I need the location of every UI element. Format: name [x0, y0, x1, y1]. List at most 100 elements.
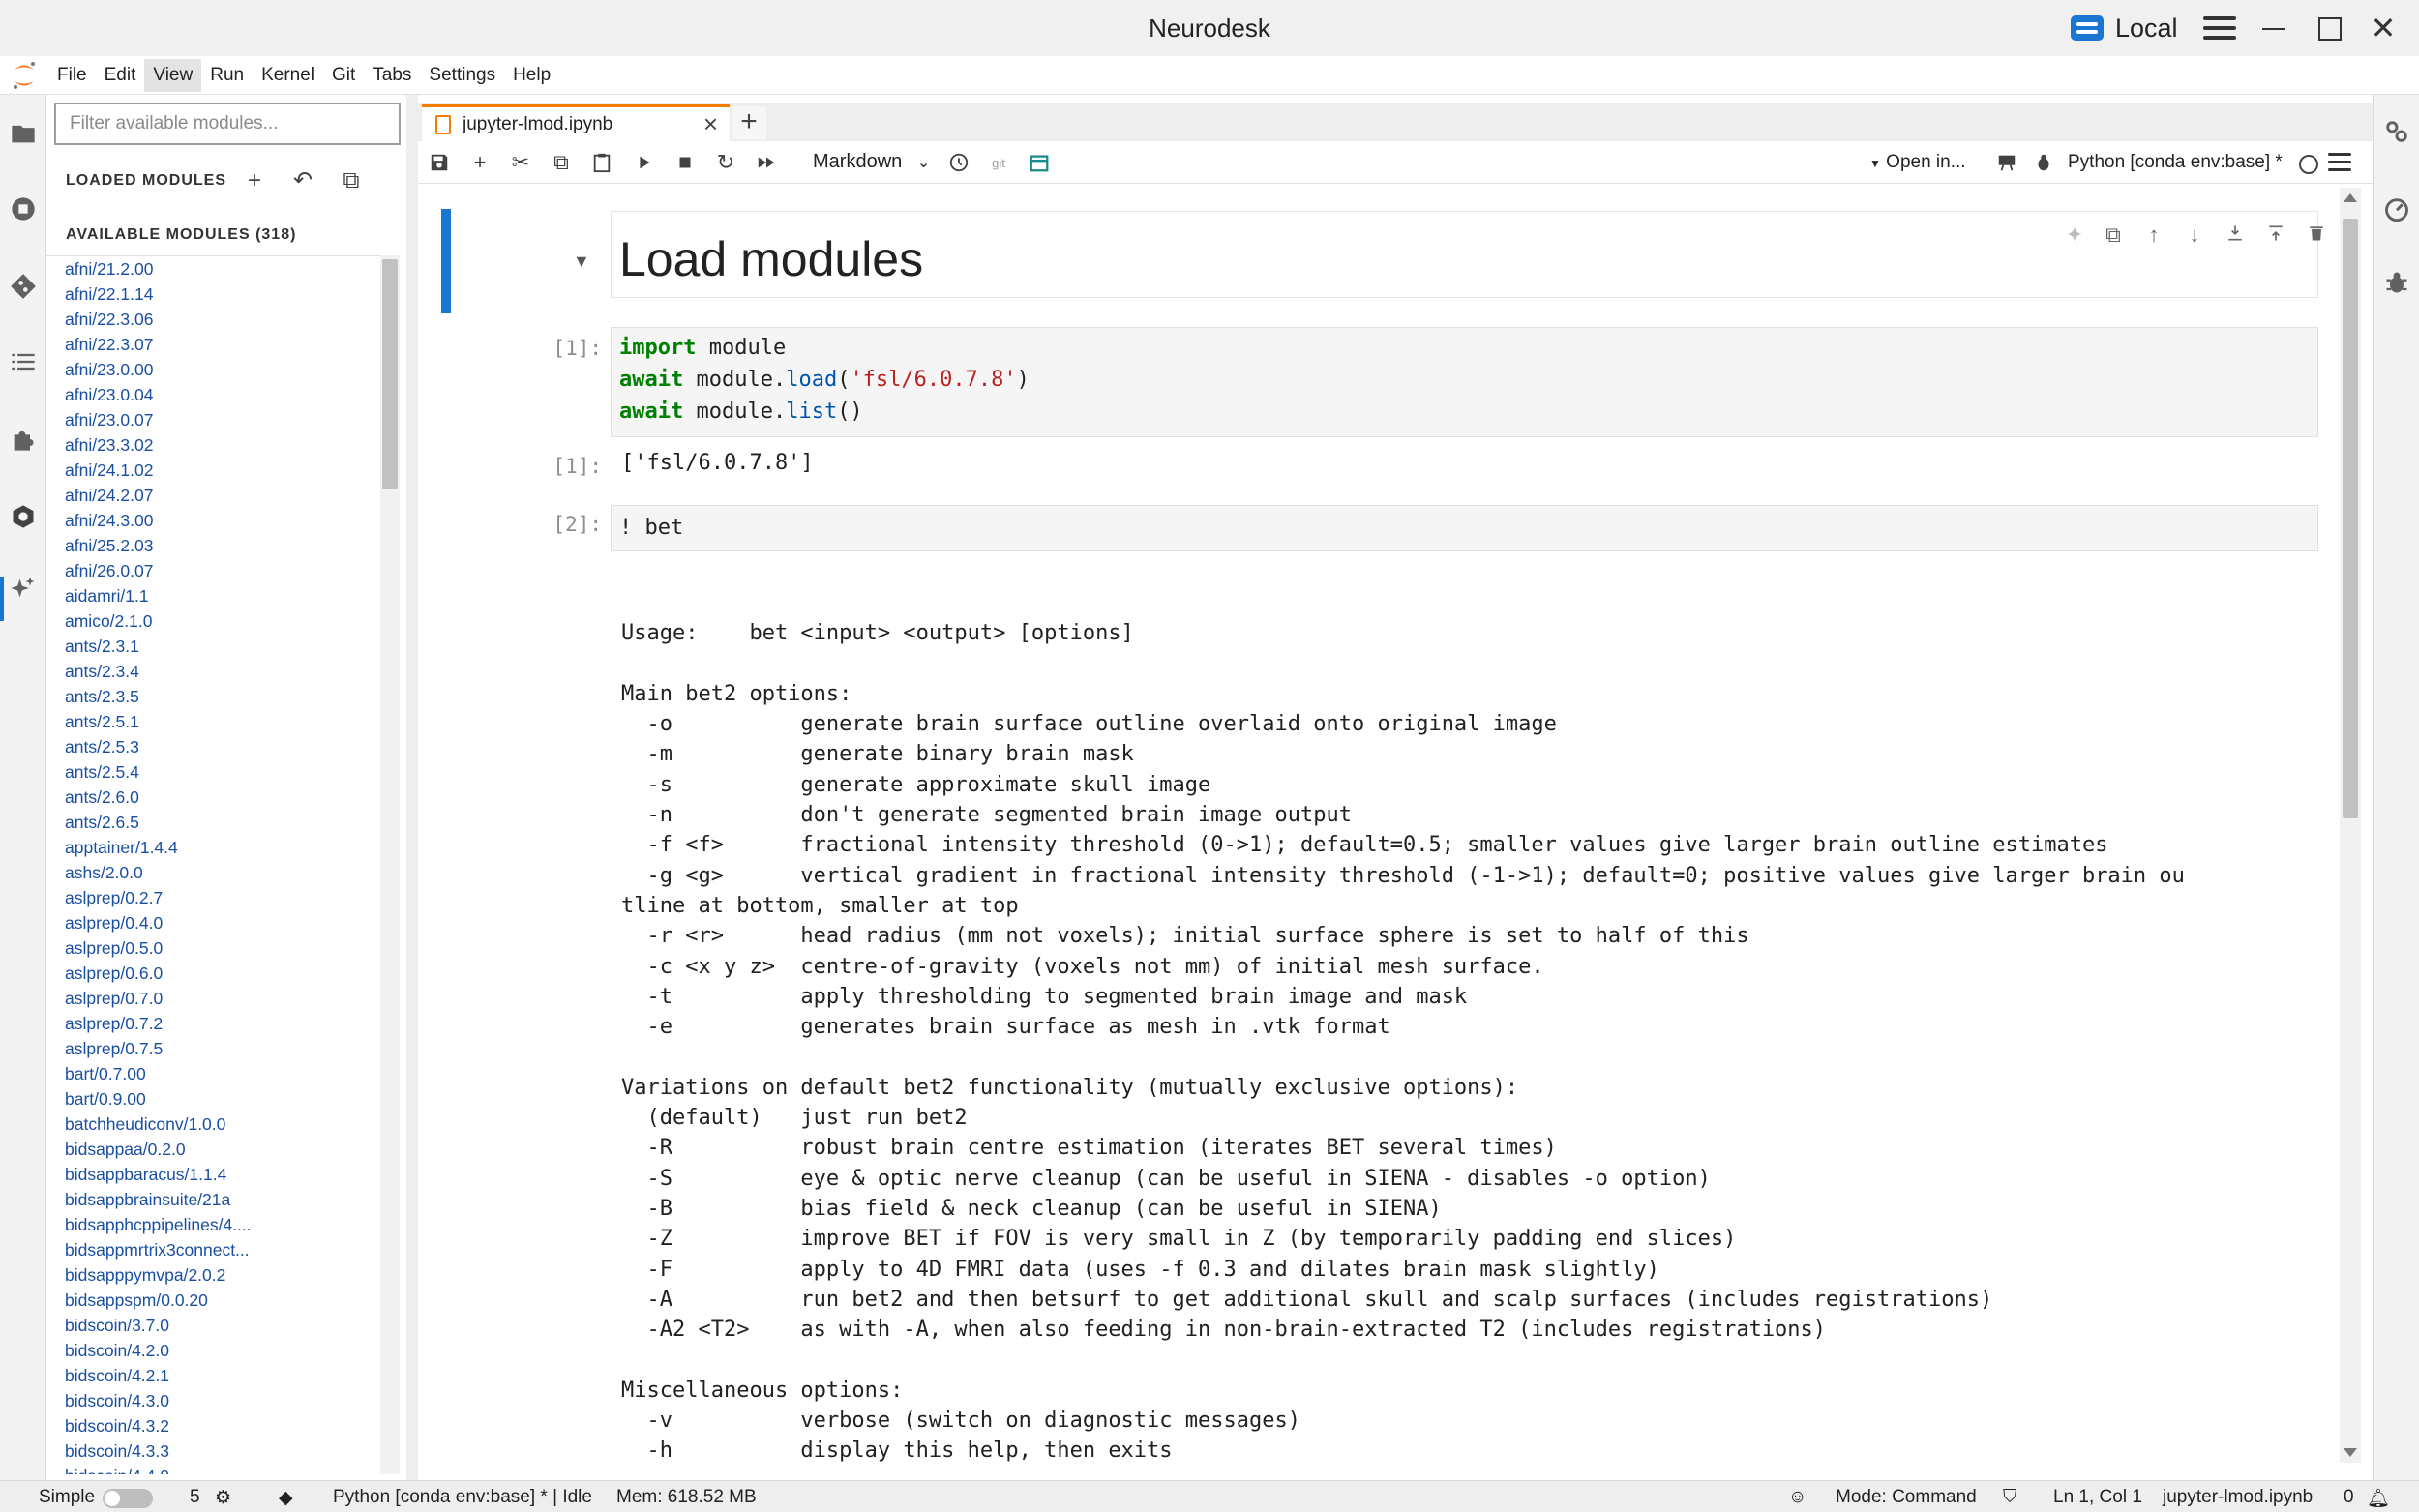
module-item[interactable]: bidscoin/4.4.0 — [46, 1464, 380, 1474]
environment-selector[interactable]: Local — [2071, 10, 2236, 46]
ai-icon[interactable] — [8, 573, 39, 604]
module-item[interactable]: aslprep/0.5.0 — [46, 935, 380, 961]
debugger-gauge-icon[interactable] — [2381, 193, 2412, 224]
module-filter-input[interactable] — [54, 103, 401, 145]
module-item[interactable]: aslprep/0.7.0 — [46, 986, 380, 1011]
menu-help[interactable]: Help — [504, 59, 559, 92]
module-list-scrollbar[interactable] — [380, 255, 400, 1474]
kernel-status[interactable]: Python [conda env:base] * | Idle — [333, 1487, 592, 1508]
presentation-icon[interactable] — [1993, 149, 2020, 176]
git-diff-icon[interactable]: git — [985, 149, 1012, 176]
module-item[interactable]: bidsappspm/0.0.20 — [46, 1288, 380, 1313]
module-item[interactable]: amico/2.1.0 — [46, 608, 380, 634]
module-item[interactable]: bidsappaa/0.2.0 — [46, 1137, 380, 1162]
module-item[interactable]: aslprep/0.4.0 — [46, 910, 380, 935]
move-up-icon[interactable]: ↑ — [2142, 223, 2165, 247]
module-item[interactable]: ants/2.3.1 — [46, 634, 380, 659]
code-cell-2[interactable]: ! bet — [611, 505, 2318, 551]
duplicate-cell-icon[interactable]: ⧉ — [2102, 223, 2125, 247]
module-item[interactable]: aslprep/0.2.7 — [46, 885, 380, 910]
module-item[interactable]: bidscoin/3.7.0 — [46, 1313, 380, 1338]
module-item[interactable]: afni/24.2.07 — [46, 483, 380, 508]
maximize-button[interactable] — [2313, 12, 2345, 44]
module-item[interactable]: bidscoin/4.3.2 — [46, 1413, 380, 1438]
simple-mode-toggle[interactable] — [103, 1489, 153, 1508]
collapse-heading-icon[interactable]: ▼ — [573, 252, 590, 272]
module-item[interactable]: bidscoin/4.3.3 — [46, 1438, 380, 1464]
module-item[interactable]: ants/2.3.5 — [46, 684, 380, 709]
module-item[interactable]: afni/22.3.06 — [46, 307, 380, 332]
insert-above-icon[interactable] — [2224, 223, 2247, 247]
module-item[interactable]: bidsappbrainsuite/21a — [46, 1187, 380, 1212]
module-item[interactable]: aslprep/0.6.0 — [46, 961, 380, 986]
cell-type-select[interactable]: Markdown ⌄ — [813, 151, 930, 173]
module-item[interactable]: bidscoin/4.3.0 — [46, 1388, 380, 1413]
module-item[interactable]: ants/2.5.1 — [46, 709, 380, 734]
menu-settings[interactable]: Settings — [420, 59, 504, 92]
module-item[interactable]: ants/2.3.4 — [46, 659, 380, 684]
tab-notebook[interactable]: jupyter-lmod.ipynb × — [422, 104, 730, 141]
module-item[interactable]: bart/0.9.00 — [46, 1086, 380, 1112]
debug-bug-icon[interactable] — [2030, 149, 2057, 176]
calendar-icon[interactable] — [1026, 149, 1053, 176]
cursor-position[interactable]: Ln 1, Col 1 — [2053, 1487, 2142, 1508]
cut-icon[interactable]: ✂ — [507, 149, 534, 176]
running-icon[interactable] — [8, 193, 39, 224]
module-item[interactable]: afni/23.0.04 — [46, 382, 380, 407]
markdown-cell[interactable]: Load modules ✦ ⧉ ↑ ↓ — [611, 211, 2323, 298]
module-item[interactable]: bidsapphcppipelines/4.... — [46, 1212, 380, 1237]
menu-file[interactable]: File — [48, 59, 96, 92]
module-item[interactable]: apptainer/1.4.4 — [46, 835, 380, 860]
ai-sparkle-icon[interactable]: ✦ — [2063, 223, 2086, 247]
menu-edit[interactable]: Edit — [96, 59, 145, 92]
extension-icon[interactable] — [8, 424, 39, 455]
module-item[interactable]: bidsappmrtrix3connect... — [46, 1237, 380, 1262]
module-item[interactable]: bart/0.7.00 — [46, 1061, 380, 1086]
module-item[interactable]: ants/2.5.4 — [46, 759, 380, 785]
copy-cell-icon[interactable]: ⧉ — [548, 149, 575, 176]
move-down-icon[interactable]: ↓ — [2183, 223, 2206, 247]
insert-cell-icon[interactable]: + — [466, 149, 493, 176]
module-item[interactable]: afni/23.3.02 — [46, 432, 380, 458]
module-item[interactable]: afni/22.3.07 — [46, 332, 380, 357]
stop-icon[interactable] — [672, 149, 699, 176]
clock-icon[interactable] — [945, 149, 972, 176]
module-item[interactable]: afni/25.2.03 — [46, 533, 380, 558]
git-icon[interactable] — [8, 271, 39, 302]
add-module-icon[interactable]: + — [240, 166, 269, 195]
menu-git[interactable]: Git — [323, 59, 364, 92]
fast-forward-icon[interactable] — [753, 149, 780, 176]
close-tab-icon[interactable]: × — [703, 109, 718, 139]
module-item[interactable]: ants/2.6.5 — [46, 810, 380, 835]
toc-icon[interactable] — [8, 346, 39, 377]
paste-icon[interactable] — [588, 149, 615, 176]
code-cell-1[interactable]: import module await module.load('fsl/6.0… — [611, 327, 2318, 437]
module-item[interactable]: ants/2.5.3 — [46, 734, 380, 759]
bug-icon[interactable] — [2381, 267, 2412, 298]
bell-icon[interactable]: 🔔︎ — [2367, 1487, 2390, 1510]
notification-count[interactable]: 0 — [2344, 1487, 2354, 1508]
open-in-dropdown[interactable]: ▼ Open in... — [1869, 152, 1966, 173]
module-item[interactable]: batchheudiconv/1.0.0 — [46, 1112, 380, 1137]
trusted-icon[interactable]: ⛉ — [2003, 1487, 2016, 1508]
new-tab-button[interactable]: + — [732, 106, 766, 139]
kernel-name-button[interactable]: Python [conda env:base] * — [2068, 152, 2283, 173]
module-item[interactable]: ashs/2.0.0 — [46, 860, 380, 885]
minimize-button[interactable] — [2257, 12, 2290, 44]
menu-kernel[interactable]: Kernel — [253, 59, 323, 92]
module-item[interactable]: bidscoin/4.2.1 — [46, 1363, 380, 1388]
menu-view[interactable]: View — [144, 58, 202, 92]
module-item[interactable]: aslprep/0.7.5 — [46, 1036, 380, 1061]
menu-run[interactable]: Run — [201, 59, 253, 92]
notebook-scrollbar[interactable] — [2340, 188, 2361, 1463]
module-item[interactable]: afni/26.0.07 — [46, 558, 380, 583]
delete-cell-icon[interactable] — [2305, 223, 2328, 247]
folder-icon[interactable] — [8, 118, 39, 149]
app-menu-icon[interactable] — [2202, 16, 2236, 40]
menu-tabs[interactable]: Tabs — [364, 59, 420, 92]
module-item[interactable]: aidamri/1.1 — [46, 583, 380, 608]
modules-icon[interactable] — [8, 501, 39, 532]
save-icon[interactable] — [426, 149, 453, 176]
module-item[interactable]: bidsappbaracus/1.1.4 — [46, 1162, 380, 1187]
close-window-button[interactable]: ✕ — [2367, 12, 2400, 44]
